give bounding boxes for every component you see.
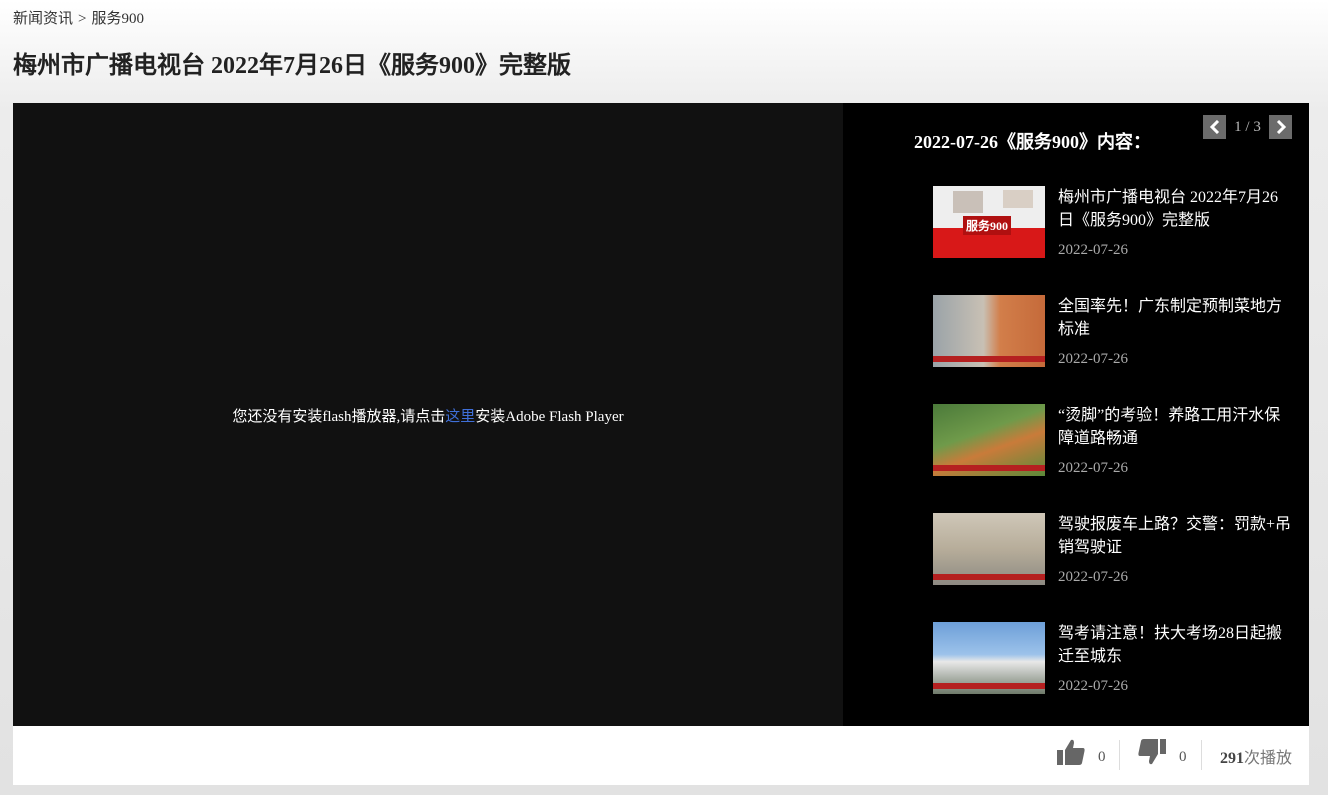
next-page-button[interactable] [1269,115,1292,139]
episode-thumbnail[interactable] [933,404,1045,476]
episode-contents-panel: 2022-07-26《服务900》内容： 1 / 3 服务900 梅州市广播电视… [843,103,1309,726]
thumbs-up-icon [1057,739,1085,765]
flash-message-suffix: 安装Adobe Flash Player [475,409,624,425]
episode-title[interactable]: “烫脚”的考验！养路工用汗水保障道路畅通 [1058,404,1293,450]
breadcrumb-current-link[interactable]: 服务900 [91,11,144,27]
play-count-number: 291 [1220,750,1244,767]
play-count: 291次播放 [1220,744,1292,768]
episode-thumbnail[interactable] [933,295,1045,367]
episode-title[interactable]: 全国率先！广东制定预制菜地方标准 [1058,295,1293,341]
episode-item[interactable]: 服务900 梅州市广播电视台 2022年7月26日《服务900》完整版 2022… [933,186,1293,295]
dislike-count: 0 [1179,749,1187,765]
episode-title[interactable]: 驾驶报废车上路？交警：罚款+吊销驾驶证 [1058,513,1293,559]
episode-date: 2022-07-26 [1058,569,1128,585]
divider [1119,740,1120,770]
episode-item[interactable]: 全国率先！广东制定预制菜地方标准 2022-07-26 [933,295,1293,404]
like-count: 0 [1098,749,1106,765]
episode-thumbnail[interactable] [933,622,1045,694]
breadcrumb-news-link[interactable]: 新闻资讯 [13,11,73,27]
page-indicator: 1 / 3 [1234,118,1261,135]
video-stats-bar: 0 0 291次播放 [13,726,1309,785]
play-count-suffix: 次播放 [1244,750,1293,767]
flash-install-message: 您还没有安装flash播放器,请点击这里安装Adobe Flash Player [13,405,843,426]
episode-date: 2022-07-26 [1058,242,1128,258]
prev-page-button[interactable] [1203,115,1226,139]
episode-item[interactable]: 驾考请注意！扶大考场28日起搬迁至城东 2022-07-26 [933,622,1293,731]
episode-thumbnail[interactable]: 服务900 [933,186,1045,258]
divider [1201,740,1202,770]
breadcrumb-separator: > [78,11,87,27]
episode-item[interactable]: “烫脚”的考验！养路工用汗水保障道路畅通 2022-07-26 [933,404,1293,513]
episode-list: 服务900 梅州市广播电视台 2022年7月26日《服务900》完整版 2022… [933,186,1293,731]
episode-date: 2022-07-26 [1058,678,1128,694]
chevron-left-icon [1209,120,1219,134]
page-title: 梅州市广播电视台 2022年7月26日《服务900》完整版 [13,53,571,79]
episode-title[interactable]: 梅州市广播电视台 2022年7月26日《服务900》完整版 [1058,186,1293,232]
dislike-button[interactable]: 0 [1137,738,1187,766]
chevron-right-icon [1276,120,1286,134]
breadcrumb: 新闻资讯 > 服务900 [13,7,144,28]
thumbs-down-icon [1138,739,1166,765]
flash-install-link[interactable]: 这里 [445,409,475,425]
episode-title[interactable]: 驾考请注意！扶大考场28日起搬迁至城东 [1058,622,1293,668]
episode-thumbnail[interactable] [933,513,1045,585]
episode-date: 2022-07-26 [1058,460,1128,476]
thumbnail-label: 服务900 [963,216,1012,235]
episode-item[interactable]: 驾驶报废车上路？交警：罚款+吊销驾驶证 2022-07-26 [933,513,1293,622]
like-button[interactable]: 0 [1056,738,1106,766]
episode-contents-title: 2022-07-26《服务900》内容： [914,132,1151,152]
episode-date: 2022-07-26 [1058,351,1128,367]
video-player[interactable]: 您还没有安装flash播放器,请点击这里安装Adobe Flash Player [13,103,843,726]
contents-pager: 1 / 3 [1203,115,1292,139]
flash-message-prefix: 您还没有安装flash播放器,请点击 [232,409,446,425]
